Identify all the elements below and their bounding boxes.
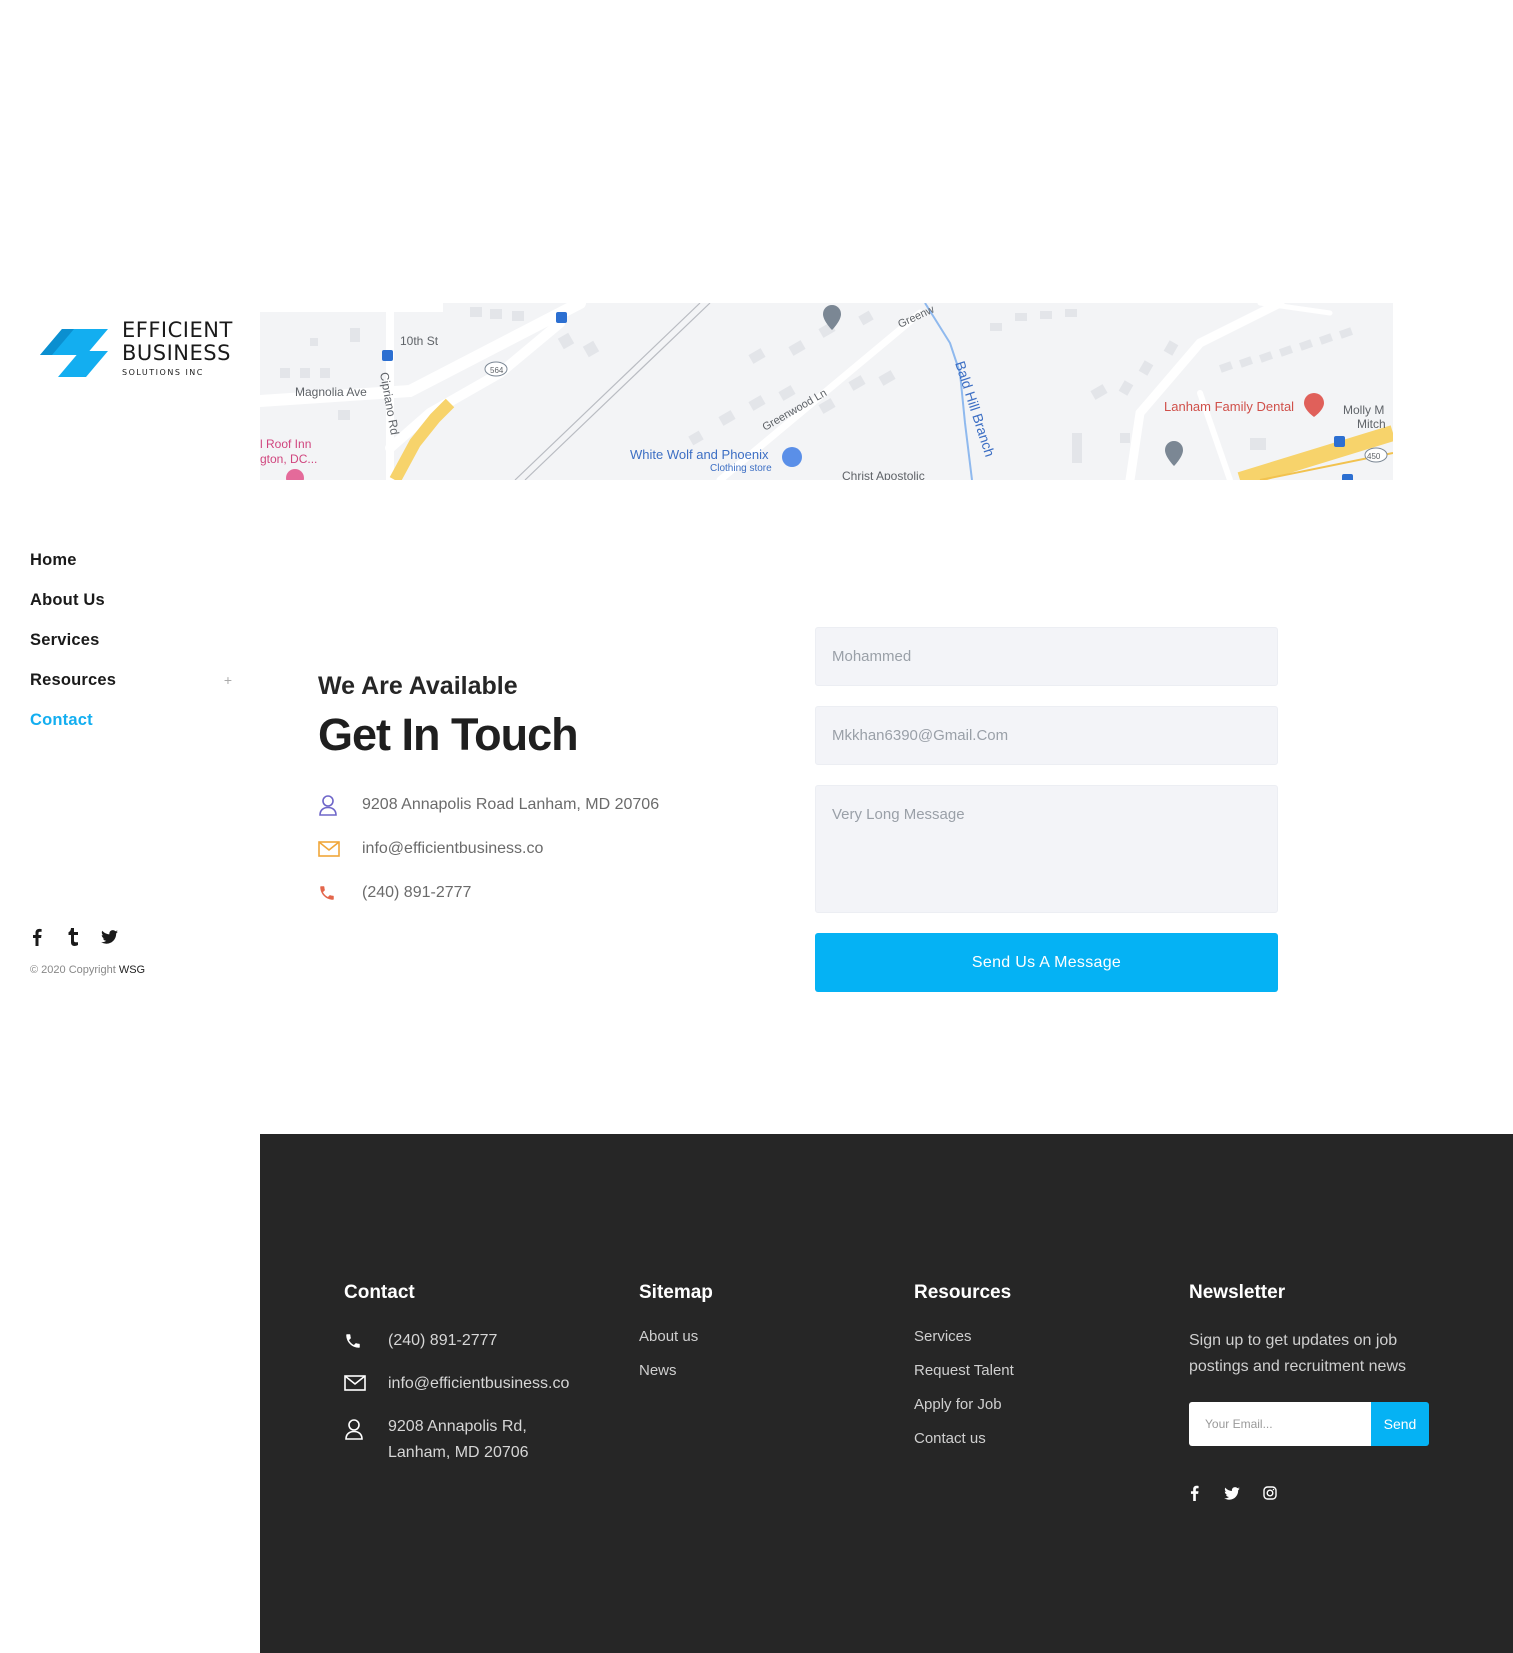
map-label-10th-st: 10th St [400,334,439,348]
logo-text: EFFICIENT BUSINESS SOLUTIONS INC [122,320,233,377]
footer-phone: (240) 891-2777 [344,1328,569,1354]
map-label-molly: Molly M [1343,403,1384,417]
brand-logo[interactable]: EFFICIENT BUSINESS SOLUTIONS INC [34,320,233,377]
envelope-icon [318,841,362,857]
newsletter-description: Sign up to get updates on job postings a… [1189,1332,1406,1375]
logo-line-2: BUSINESS [122,341,231,365]
logo-line-3: SOLUTIONS INC [122,368,204,377]
map-label-hotel-b: gton, DC... [260,452,317,466]
copyright-owner[interactable]: WSG [119,964,145,976]
nav-link-resources[interactable]: Resources [30,671,116,690]
footer-contact: Contact (240) 891-2777 info@efficientbus… [344,1282,569,1483]
footer-address: 9208 Annapolis Rd, Lanham, MD 20706 [344,1414,569,1466]
contact-address-text: 9208 Annapolis Road Lanham, MD 20706 [362,796,660,813]
contact-details: 9208 Annapolis Road Lanham, MD 20706 inf… [318,783,659,915]
footer-address-line1: 9208 Annapolis Rd, [388,1418,527,1435]
page-title: Get In Touch [318,709,579,760]
map-label-magnolia: Magnolia Ave [295,385,367,399]
contact-info: We Are Available Get In Touch 9208 Annap… [318,672,659,915]
footer-contact-heading: Contact [344,1282,415,1303]
footer-address-line2: Lanham, MD 20706 [388,1444,529,1461]
instagram-icon[interactable] [1261,1484,1279,1502]
phone-icon [344,1328,388,1350]
footer-newsletter-heading: Newsletter [1189,1282,1286,1303]
sidebar-social [28,928,118,946]
footer: Contact (240) 891-2777 info@efficientbus… [260,1134,1513,1653]
nav-item-home: Home [30,540,230,580]
newsletter-email-input[interactable]: Your Email... [1189,1402,1371,1446]
map-label-lanham-dental: Lanham Family Dental [1164,399,1294,414]
facebook-icon[interactable] [28,928,46,946]
user-icon [318,794,362,816]
logo-line-1: EFFICIENT [122,318,233,342]
nav-item-contact: Contact [30,700,230,740]
newsletter-send-button[interactable]: Send [1371,1402,1429,1446]
nav-link-services[interactable]: Services [30,631,100,650]
location-map[interactable]: 10th St Magnolia Ave Cipriano Rd 564 Gre… [260,303,1393,480]
main-nav: Home About Us Services Resources + Conta… [30,540,232,740]
envelope-icon [344,1371,388,1391]
footer-resources: Resources Services Request Talent Apply … [914,1282,1014,1464]
nav-item-about: About Us [30,580,230,620]
footer-phone-text[interactable]: (240) 891-2777 [388,1328,497,1354]
contact-form: Mohammed Mkkhan6390@Gmail.Com Very Long … [815,627,1278,992]
copyright-text: © 2020 Copyright [30,964,116,976]
expand-plus-icon[interactable]: + [224,672,232,688]
footer-social [1185,1484,1429,1502]
sidebar: EFFICIENT BUSINESS SOLUTIONS INC Home Ab… [0,0,260,1653]
map-label-christ-apostolic: Christ Apostolic [842,469,925,480]
contact-email-text[interactable]: info@efficientbusiness.co [362,840,543,858]
contact-address: 9208 Annapolis Road Lanham, MD 20706 [318,783,659,827]
footer-email: info@efficientbusiness.co [344,1371,569,1397]
map-label-route-564: 564 [490,366,504,375]
nav-item-resources: Resources + [30,660,232,700]
send-message-button[interactable]: Send Us A Message [815,933,1278,992]
nav-link-contact[interactable]: Contact [30,711,93,730]
newsletter-form: Your Email... Send [1189,1402,1429,1446]
phone-icon [318,884,362,902]
facebook-icon[interactable] [1185,1484,1203,1502]
nav-item-services: Services [30,620,230,660]
footer-link-news[interactable]: News [639,1362,713,1396]
contact-phone: (240) 891-2777 [318,871,659,915]
map-label-mitch: Mitch [1357,417,1386,431]
email-field[interactable]: Mkkhan6390@Gmail.Com [815,706,1278,765]
message-field[interactable]: Very Long Message [815,785,1278,913]
nav-link-about[interactable]: About Us [30,591,105,610]
footer-link-apply[interactable]: Apply for Job [914,1396,1014,1430]
footer-link-contact[interactable]: Contact us [914,1430,1014,1464]
nav-link-home[interactable]: Home [30,551,77,570]
footer-email-text[interactable]: info@efficientbusiness.co [388,1371,569,1397]
map-label-hotel-a: l Roof Inn [260,437,311,451]
map-label-white-wolf: White Wolf and Phoenix [630,447,769,462]
map-label-route-450: 450 [1367,452,1381,461]
twitter-icon[interactable] [100,928,118,946]
logo-mark-icon [34,321,110,377]
footer-link-services[interactable]: Services [914,1328,1014,1362]
tumblr-icon[interactable] [64,928,82,946]
footer-sitemap: Sitemap About us News [639,1282,713,1396]
contact-email: info@efficientbusiness.co [318,827,659,871]
user-icon [344,1414,388,1440]
footer-newsletter: Newsletter Sign up to get updates on job… [1189,1282,1429,1502]
copyright: © 2020 Copyright WSG [30,964,145,976]
twitter-icon[interactable] [1223,1484,1241,1502]
footer-link-about[interactable]: About us [639,1328,713,1362]
footer-sitemap-heading: Sitemap [639,1282,713,1303]
footer-resources-heading: Resources [914,1282,1012,1303]
name-field[interactable]: Mohammed [815,627,1278,686]
contact-phone-text[interactable]: (240) 891-2777 [362,884,471,902]
footer-link-request-talent[interactable]: Request Talent [914,1362,1014,1396]
map-label-clothing: Clothing store [710,463,772,474]
contact-subtitle: We Are Available [318,672,518,700]
